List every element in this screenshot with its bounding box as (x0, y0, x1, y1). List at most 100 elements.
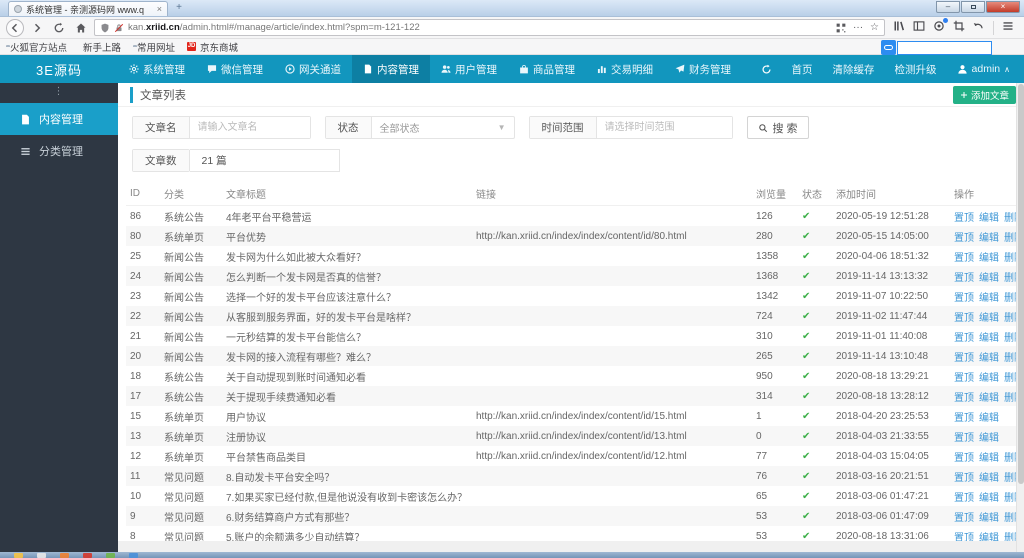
nav-item-交易明细[interactable]: 交易明细 (586, 55, 664, 83)
taskbar-icon[interactable] (14, 553, 23, 558)
edit-action-link[interactable]: 编辑 (979, 513, 999, 524)
top-action-link[interactable]: 置顶 (954, 273, 974, 284)
taskbar-icon[interactable] (37, 553, 46, 558)
time-range-input[interactable] (596, 117, 732, 138)
add-article-button[interactable]: 添加文章 (952, 86, 1016, 104)
edit-action-link[interactable]: 编辑 (979, 373, 999, 384)
status-select[interactable]: 全部状态 ▼ (372, 117, 514, 138)
edit-action-link[interactable]: 编辑 (979, 413, 999, 424)
edit-action-link[interactable]: 编辑 (979, 233, 999, 244)
extension-search-input[interactable] (897, 40, 992, 55)
edit-action-link[interactable]: 编辑 (979, 493, 999, 504)
nav-item-网关通道[interactable]: 网关通道 (274, 55, 352, 83)
tab-close-icon[interactable]: × (157, 4, 162, 14)
article-name-input[interactable] (189, 117, 310, 138)
top-action-link[interactable]: 置顶 (954, 353, 974, 364)
window-close-button[interactable]: × (986, 1, 1020, 13)
qr-grid-icon[interactable] (836, 23, 846, 33)
screenshot-icon[interactable] (953, 20, 965, 35)
edit-action-link[interactable]: 编辑 (979, 473, 999, 484)
top-action-link[interactable]: 置顶 (954, 473, 974, 484)
top-action-link[interactable]: 置顶 (954, 513, 974, 524)
top-action-link[interactable]: 置顶 (954, 213, 974, 224)
sidebar-collapse-toggle[interactable]: ⋮ (0, 83, 118, 103)
status-filter: 状态 全部状态 ▼ (324, 116, 515, 139)
new-tab-button[interactable]: + (170, 2, 188, 15)
refresh-button[interactable] (751, 55, 782, 83)
top-action-link[interactable]: 置顶 (954, 453, 974, 464)
top-action-link[interactable]: 置顶 (954, 533, 974, 542)
home-link[interactable]: 首页 (782, 55, 823, 83)
row-link (472, 246, 752, 266)
search-button[interactable]: 搜 索 (746, 116, 809, 139)
user-menu[interactable]: admin ∧ (947, 55, 1024, 83)
back-button[interactable] (6, 18, 24, 37)
taskbar-icon[interactable] (83, 553, 92, 558)
sidebar-item-内容管理[interactable]: 内容管理 (0, 103, 118, 135)
scrollbar-thumb[interactable] (1018, 84, 1024, 484)
column-header: ID (126, 182, 160, 206)
row-link (472, 366, 752, 386)
nav-item-用户管理[interactable]: 用户管理 (430, 55, 508, 83)
reload-button[interactable] (50, 19, 68, 37)
edit-action-link[interactable]: 编辑 (979, 273, 999, 284)
edit-action-link[interactable]: 编辑 (979, 293, 999, 304)
browser-tab[interactable]: 系统管理 - 亲测源码网 www.q × (8, 1, 168, 16)
row-title: 平台优势 (226, 232, 266, 244)
top-action-link[interactable]: 置顶 (954, 413, 974, 424)
extension-icon[interactable] (933, 18, 948, 35)
sidebars-icon[interactable] (913, 20, 925, 35)
library-icon[interactable] (893, 20, 905, 35)
row-actions: 置顶 编辑 删除 (950, 486, 1024, 506)
top-action-link[interactable]: 置顶 (954, 433, 974, 444)
nav-item-内容管理[interactable]: 内容管理 (352, 55, 430, 83)
edit-action-link[interactable]: 编辑 (979, 533, 999, 542)
nav-item-财务管理[interactable]: 财务管理 (664, 55, 742, 83)
taskbar-icon[interactable] (60, 553, 69, 558)
edit-action-link[interactable]: 编辑 (979, 353, 999, 364)
bookmark-item[interactable]: 火狐官方站点 (6, 40, 67, 54)
home-button[interactable] (72, 19, 90, 37)
bookmark-item[interactable]: 常用网址 (133, 40, 175, 54)
edit-action-link[interactable]: 编辑 (979, 213, 999, 224)
plus-icon (960, 92, 967, 98)
top-action-link[interactable]: 置顶 (954, 293, 974, 304)
bookmark-item[interactable]: JD 京东商城 (187, 40, 238, 54)
menu-hamburger-icon[interactable] (1002, 20, 1014, 35)
page-actions-icon[interactable]: ··· (853, 22, 863, 33)
nav-item-商品管理[interactable]: 商品管理 (508, 55, 586, 83)
top-action-link[interactable]: 置顶 (954, 333, 974, 344)
edit-action-link[interactable]: 编辑 (979, 313, 999, 324)
top-action-link[interactable]: 置顶 (954, 373, 974, 384)
forward-button[interactable] (28, 19, 46, 37)
row-time: 2020-08-18 13:29:21 (836, 370, 929, 382)
undo-icon[interactable] (973, 20, 985, 35)
top-action-link[interactable]: 置顶 (954, 313, 974, 324)
edit-action-link[interactable]: 编辑 (979, 393, 999, 404)
extension-logo-icon[interactable] (881, 40, 896, 55)
bookmark-item[interactable]: 新手上路 (79, 40, 121, 54)
row-time: 2018-03-06 01:47:21 (836, 490, 929, 502)
clear-cache-link[interactable]: 清除缓存 (823, 55, 885, 83)
nav-item-系统管理[interactable]: 系统管理 (118, 55, 196, 83)
taskbar-icon[interactable] (129, 553, 138, 558)
top-action-link[interactable]: 置顶 (954, 393, 974, 404)
top-action-link[interactable]: 置顶 (954, 233, 974, 244)
taskbar-icon[interactable] (106, 553, 115, 558)
edit-action-link[interactable]: 编辑 (979, 253, 999, 264)
nav-item-微信管理[interactable]: 微信管理 (196, 55, 274, 83)
edit-action-link[interactable]: 编辑 (979, 433, 999, 444)
window-minimize-button[interactable]: – (936, 1, 960, 13)
edit-action-link[interactable]: 编辑 (979, 333, 999, 344)
row-category: 新闻公告 (164, 312, 204, 324)
bookmark-star-icon[interactable]: ☆ (870, 22, 879, 33)
check-upgrade-link[interactable]: 检测升级 (885, 55, 947, 83)
edit-action-link[interactable]: 编辑 (979, 453, 999, 464)
url-bar[interactable]: kan.xriid.cn/admin.html#/manage/article/… (94, 19, 885, 36)
sidebar-item-分类管理[interactable]: 分类管理 (0, 135, 118, 167)
doc-icon (363, 64, 373, 74)
row-title: 注册协议 (226, 432, 266, 444)
window-restore-button[interactable] (961, 1, 985, 13)
top-action-link[interactable]: 置顶 (954, 253, 974, 264)
top-action-link[interactable]: 置顶 (954, 493, 974, 504)
